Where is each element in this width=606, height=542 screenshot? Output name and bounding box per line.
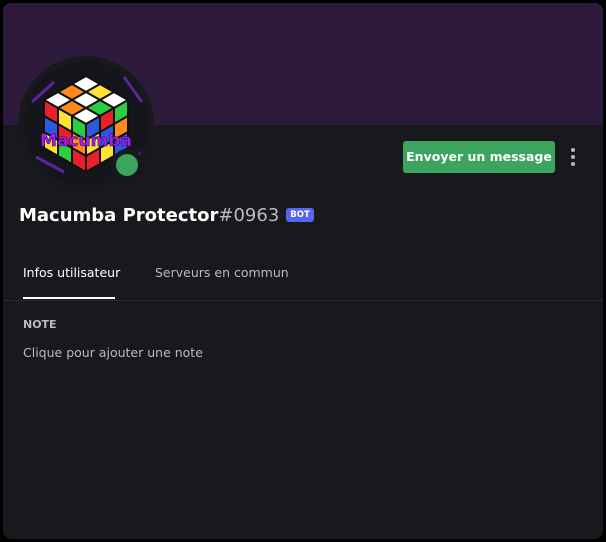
- bot-tag: BOT: [286, 208, 314, 222]
- discriminator: #0963: [218, 204, 280, 226]
- username-row: Macumba Protector #0963 BOT: [19, 203, 314, 227]
- vertical-ellipsis-icon: [571, 148, 575, 152]
- tabs-divider: [3, 300, 603, 301]
- more-options-button[interactable]: [565, 143, 581, 171]
- username: Macumba Protector: [19, 204, 219, 226]
- user-profile-modal: Macumba Envoyer un message Macumba Prote…: [3, 3, 603, 539]
- ellipsis-dot: [571, 162, 575, 166]
- tab-user-info[interactable]: Infos utilisateur: [23, 265, 120, 280]
- note-input[interactable]: Clique pour ajouter une note: [23, 343, 423, 363]
- send-message-button[interactable]: Envoyer un message: [403, 141, 555, 173]
- ellipsis-dot: [571, 155, 575, 159]
- note-heading: NOTE: [23, 318, 57, 331]
- profile-tabs: Infos utilisateur Serveurs en commun: [3, 255, 603, 301]
- tab-mutual-servers[interactable]: Serveurs en commun: [155, 265, 289, 280]
- online-status-icon: [116, 154, 138, 176]
- svg-text:Macumba: Macumba: [40, 131, 132, 151]
- active-tab-indicator: [23, 297, 115, 299]
